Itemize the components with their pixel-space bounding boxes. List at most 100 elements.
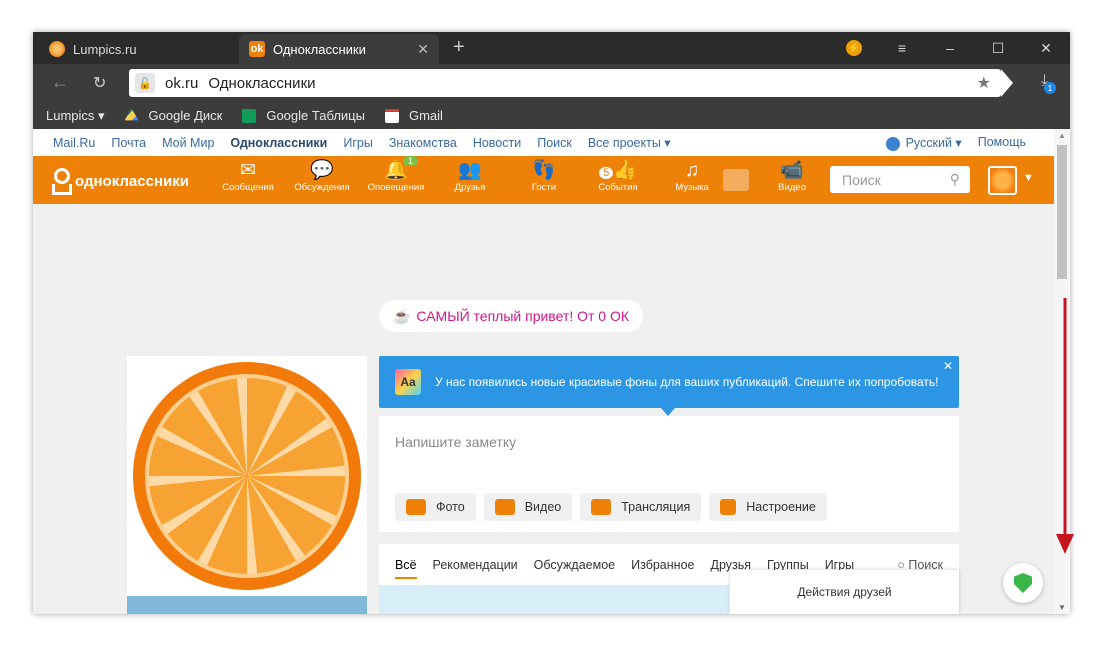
events-count: 5 bbox=[599, 167, 614, 179]
minimize-button[interactable]: – bbox=[926, 40, 974, 56]
scrollbar-thumb[interactable] bbox=[1057, 145, 1067, 279]
window-controls: ⚡ ≡ – ☐ ✕ bbox=[846, 32, 1070, 64]
toolbar-notifications[interactable]: 🔔 1 Оповещения bbox=[361, 156, 431, 193]
lock-icon[interactable]: 🔓 bbox=[135, 73, 155, 93]
smiley-icon bbox=[720, 499, 737, 515]
action-label: Видео bbox=[524, 500, 562, 514]
photo-button[interactable]: Фото bbox=[395, 493, 476, 521]
nav-right: Русский ▾ Помощь bbox=[885, 135, 1042, 151]
close-icon[interactable]: ✕ bbox=[943, 359, 953, 373]
toolbar-label: Сообщения bbox=[222, 182, 274, 193]
chat-bubbles-icon: 💬 bbox=[310, 160, 334, 181]
navigation-bar: ← ↻ 🔓 ok.ru Одноклассники ★ ⤓ 1 bbox=[33, 64, 1070, 102]
back-arrow-icon[interactable]: ← bbox=[51, 72, 69, 93]
toolbar-video[interactable]: 📹 Видео bbox=[757, 160, 827, 193]
orange-favicon-icon bbox=[49, 41, 65, 57]
toolbar-messages[interactable]: ✉ Сообщения bbox=[213, 160, 283, 193]
nav-link-moy-mir[interactable]: Мой Мир bbox=[162, 136, 214, 150]
video-button[interactable]: Видео bbox=[483, 493, 573, 521]
broadcast-button[interactable]: Трансляция bbox=[580, 493, 702, 521]
events-icon: 5 👍 bbox=[583, 160, 653, 182]
protect-shield-button[interactable] bbox=[1003, 563, 1043, 603]
close-window-button[interactable]: ✕ bbox=[1022, 40, 1070, 57]
language-selector[interactable]: Русский ▾ bbox=[885, 135, 962, 151]
profile-photo[interactable] bbox=[127, 356, 367, 596]
ok-logo[interactable]: одноклассники bbox=[51, 168, 189, 195]
friends-activity-title: Действия друзей bbox=[797, 585, 892, 599]
ok-search-input[interactable]: Поиск ⚲ bbox=[830, 166, 970, 193]
nav-link-all-projects[interactable]: Все проекты ▾ bbox=[588, 135, 671, 150]
chevron-down-icon[interactable]: ▼ bbox=[1023, 172, 1034, 184]
google-drive-icon bbox=[124, 108, 139, 121]
toolbar-guests[interactable]: 👣 Гости bbox=[509, 160, 579, 193]
toolbar-label: События bbox=[598, 182, 638, 193]
banner-text: У нас появились новые красивые фоны для … bbox=[435, 375, 939, 389]
toolbar-music[interactable]: ♫ Музыка bbox=[657, 160, 727, 193]
toolbar-label: Обсуждения bbox=[294, 182, 350, 193]
profile-photo-bottom bbox=[127, 596, 367, 614]
nav-link-novosti[interactable]: Новости bbox=[473, 136, 521, 150]
bookmark-star-icon[interactable]: ★ bbox=[977, 73, 991, 93]
note-input[interactable]: Напишите заметку bbox=[395, 434, 516, 450]
scroll-up-icon[interactable]: ▲ bbox=[1058, 131, 1066, 140]
language-label: Русский ▾ bbox=[905, 136, 962, 150]
tab-odnoklassniki[interactable]: ok Одноклассники ✕ bbox=[239, 34, 439, 64]
friends-icon: 👥 bbox=[458, 160, 482, 181]
tab-label: Lumpics.ru bbox=[73, 41, 137, 57]
friends-activity-panel[interactable]: Действия друзей bbox=[730, 570, 959, 614]
toolbar-label: Гости bbox=[531, 182, 557, 193]
maximize-button[interactable]: ☐ bbox=[974, 40, 1022, 57]
toolbar-label: Оповещения bbox=[367, 182, 425, 193]
address-bar[interactable]: 🔓 ok.ru Одноклассники ★ bbox=[129, 69, 1013, 97]
ok-logo-text: одноклассники bbox=[75, 172, 189, 190]
nav-link-mailru[interactable]: Mail.Ru bbox=[53, 136, 95, 150]
download-icon[interactable]: ⤓ 1 bbox=[1041, 72, 1056, 94]
nav-link-znakomstva[interactable]: Знакомства bbox=[389, 136, 457, 150]
toolbar-friends[interactable]: 👥 Друзья bbox=[435, 160, 505, 193]
scroll-direction-arrow-icon bbox=[1056, 298, 1074, 554]
feed-post-image[interactable] bbox=[379, 585, 729, 614]
nav-link-igry[interactable]: Игры bbox=[343, 136, 372, 150]
google-sheets-icon bbox=[242, 108, 257, 123]
nav-link-poisk[interactable]: Поиск bbox=[537, 136, 572, 150]
mood-button[interactable]: Настроение bbox=[709, 493, 827, 521]
note-composer: Напишите заметку Фото Видео Трансляция Н… bbox=[379, 416, 959, 532]
nav-link-odnoklassniki[interactable]: Одноклассники bbox=[230, 136, 327, 150]
bookmark-google-drive[interactable]: Google Диск bbox=[124, 108, 222, 123]
help-link[interactable]: Помощь bbox=[978, 135, 1026, 151]
toolbar-discussions[interactable]: 💬 Обсуждения bbox=[287, 160, 357, 193]
footprints-icon: 👣 bbox=[532, 160, 556, 181]
reload-icon[interactable]: ↻ bbox=[93, 73, 106, 93]
toolbar-label: Видео bbox=[778, 182, 806, 193]
bookmarks-bar: Lumpics ▾ Google Диск Google Таблицы Gma… bbox=[33, 102, 1070, 129]
bookmark-gmail[interactable]: Gmail bbox=[384, 108, 443, 123]
feed-tab-favorites[interactable]: Избранное bbox=[631, 558, 694, 579]
search-icon[interactable]: ⚲ bbox=[950, 171, 960, 188]
toolbar-label: Друзья bbox=[454, 182, 486, 193]
url-domain: ok.ru bbox=[165, 74, 199, 92]
bookmark-label: Gmail bbox=[408, 108, 443, 123]
feed-tab-recommendations[interactable]: Рекомендации bbox=[433, 558, 518, 579]
toolbar-events[interactable]: 5 👍 События bbox=[583, 160, 653, 193]
feed-tab-all[interactable]: Всё bbox=[395, 558, 417, 579]
composer-actions: Фото Видео Трансляция Настроение bbox=[395, 493, 835, 521]
close-tab-icon[interactable]: ✕ bbox=[417, 41, 429, 58]
turbo-icon[interactable]: ⚡ bbox=[846, 40, 862, 56]
tab-lumpics[interactable]: Lumpics.ru bbox=[49, 34, 239, 64]
menu-icon[interactable]: ≡ bbox=[878, 40, 926, 56]
scroll-down-icon[interactable]: ▼ bbox=[1058, 603, 1066, 612]
greeting-pill[interactable]: ☕ САМЫЙ теплый привет! От 0 ОК bbox=[379, 300, 643, 332]
video-icon bbox=[494, 499, 515, 515]
user-avatar[interactable] bbox=[988, 166, 1017, 195]
nav-link-pochta[interactable]: Почта bbox=[111, 136, 146, 150]
bookmark-label: Google Таблицы bbox=[266, 108, 365, 123]
bookmark-lumpics[interactable]: Lumpics ▾ bbox=[46, 108, 105, 124]
new-tab-button[interactable]: + bbox=[453, 36, 465, 59]
bell-icon: 🔔 bbox=[384, 160, 408, 181]
bookmark-google-sheets[interactable]: Google Таблицы bbox=[242, 108, 365, 123]
new-backgrounds-banner[interactable]: Aa У нас появились новые красивые фоны д… bbox=[379, 356, 959, 416]
feed-tab-discussed[interactable]: Обсуждаемое bbox=[534, 558, 615, 579]
text-style-icon: Aa bbox=[395, 369, 421, 395]
play-icon[interactable] bbox=[723, 169, 749, 191]
broadcast-icon bbox=[591, 499, 612, 515]
